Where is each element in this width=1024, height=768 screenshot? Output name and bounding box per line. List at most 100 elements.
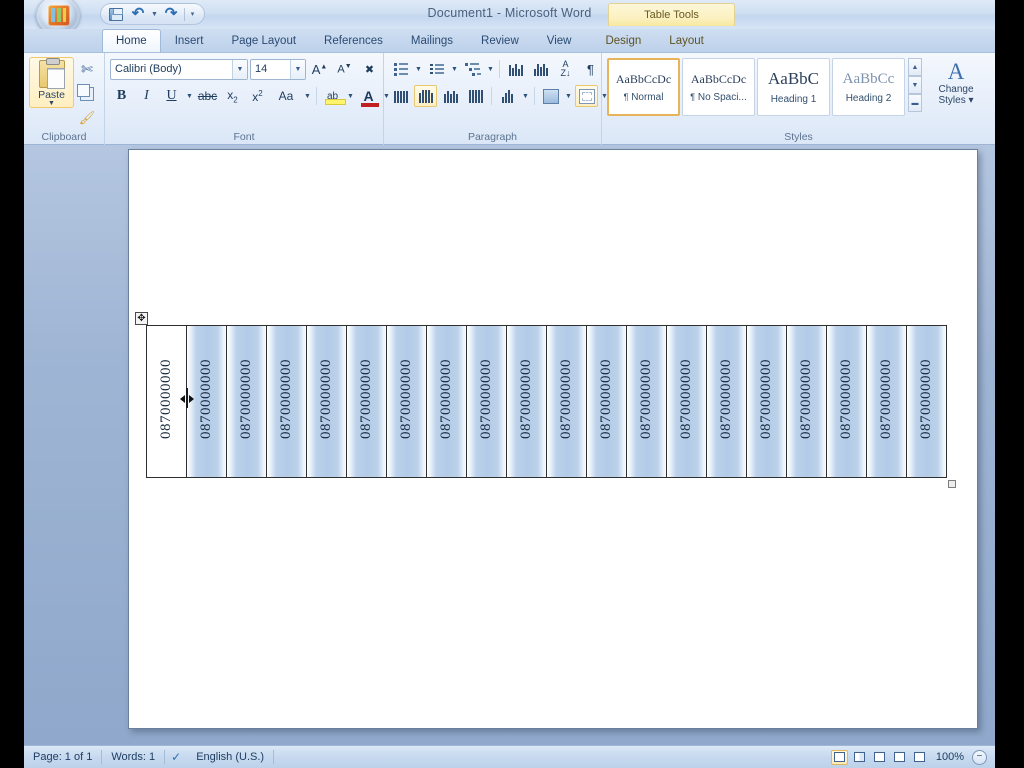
- style-normal[interactable]: AaBbCcDc ¶ Normal: [607, 58, 680, 116]
- table-cell-5[interactable]: 0870000000: [306, 325, 347, 478]
- cut-button[interactable]: ✄: [76, 59, 98, 80]
- styles-scroll-up-button[interactable]: ▲: [908, 58, 922, 76]
- borders-button[interactable]: [575, 85, 598, 107]
- numbering-dropdown-icon[interactable]: ▼: [450, 66, 459, 73]
- table-cell-4[interactable]: 0870000000: [266, 325, 307, 478]
- table-cell-11[interactable]: 0870000000: [546, 325, 587, 478]
- text-highlight-button[interactable]: ab: [321, 85, 347, 107]
- font-name-dropdown-icon[interactable]: ▼: [232, 59, 247, 79]
- clear-formatting-button[interactable]: ✖: [358, 58, 381, 80]
- line-spacing-button[interactable]: [496, 85, 519, 107]
- tab-design[interactable]: Design: [591, 29, 655, 52]
- bullets-dropdown-icon[interactable]: ▼: [414, 66, 423, 73]
- table-cell-9[interactable]: 0870000000: [466, 325, 507, 478]
- tab-view[interactable]: View: [533, 29, 586, 52]
- increase-indent-button[interactable]: [529, 58, 552, 80]
- bullets-button[interactable]: [389, 58, 412, 80]
- font-name-combo[interactable]: Calibri (Body) ▼: [110, 58, 248, 80]
- draft-view-button[interactable]: [911, 750, 928, 765]
- table-cell-6[interactable]: 0870000000: [346, 325, 387, 478]
- table-cell-15[interactable]: 0870000000: [706, 325, 747, 478]
- table-cell-2[interactable]: 0870000000: [186, 325, 227, 478]
- print-layout-view-button[interactable]: [830, 749, 848, 765]
- table-cell-18[interactable]: 0870000000: [826, 325, 867, 478]
- shading-dropdown-icon[interactable]: ▼: [564, 93, 573, 100]
- underline-button[interactable]: U: [160, 85, 183, 107]
- zoom-out-button[interactable]: −: [972, 749, 987, 765]
- table-row[interactable]: 0870000000 0870000000 0870000000 0870000000…: [146, 325, 947, 478]
- shrink-font-button[interactable]: A▼: [333, 58, 356, 80]
- paragraph-divider-3: [534, 87, 535, 105]
- style-heading-2[interactable]: AaBbCc Heading 2: [832, 58, 905, 116]
- superscript-button[interactable]: x2: [246, 85, 269, 107]
- align-left-button[interactable]: [389, 85, 412, 107]
- paste-button[interactable]: Paste ▼: [29, 57, 74, 108]
- tab-layout[interactable]: Layout: [655, 29, 718, 52]
- table-grid[interactable]: 0870000000 0870000000 0870000000 0870000000…: [146, 325, 947, 478]
- sort-button[interactable]: A Z↓: [554, 58, 577, 80]
- font-size-combo[interactable]: 14 ▼: [250, 58, 306, 80]
- styles-more-button[interactable]: ▬: [908, 94, 922, 112]
- table-resize-handle[interactable]: [948, 480, 956, 488]
- strikethrough-button[interactable]: abc: [196, 85, 219, 107]
- multilevel-list-button[interactable]: [461, 58, 484, 80]
- line-spacing-dropdown-icon[interactable]: ▼: [521, 93, 530, 100]
- highlight-dropdown-icon[interactable]: ▼: [346, 93, 355, 100]
- grow-font-button[interactable]: A▲: [308, 58, 331, 80]
- show-formatting-marks-button[interactable]: ¶: [579, 58, 602, 80]
- table-cell-19[interactable]: 0870000000: [866, 325, 907, 478]
- bold-button[interactable]: B: [110, 85, 133, 107]
- decrease-indent-button[interactable]: [504, 58, 527, 80]
- underline-dropdown-icon[interactable]: ▼: [185, 93, 194, 100]
- numbering-button[interactable]: [425, 58, 448, 80]
- proofing-errors-icon[interactable]: ✓: [165, 750, 187, 764]
- web-layout-view-button[interactable]: [871, 750, 888, 765]
- table-cell-1[interactable]: 0870000000: [146, 325, 187, 478]
- style-no-spacing[interactable]: AaBbCcDc ¶ No Spaci...: [682, 58, 755, 116]
- align-right-button[interactable]: [439, 85, 462, 107]
- font-color-button[interactable]: A: [357, 85, 380, 107]
- table-cell-8[interactable]: 0870000000: [426, 325, 467, 478]
- table-cell-7[interactable]: 0870000000: [386, 325, 427, 478]
- table-cell-12[interactable]: 0870000000: [586, 325, 627, 478]
- style-heading-1[interactable]: AaBbC Heading 1: [757, 58, 830, 116]
- table-cell-3[interactable]: 0870000000: [226, 325, 267, 478]
- styles-scroll-down-button[interactable]: ▼: [908, 76, 922, 94]
- paste-dropdown-icon[interactable]: ▼: [48, 100, 55, 107]
- change-case-dropdown-icon[interactable]: ▼: [303, 93, 312, 100]
- tab-insert[interactable]: Insert: [161, 29, 218, 52]
- copy-button[interactable]: [76, 83, 98, 104]
- word-table[interactable]: ✥ 0870000000 0870000000 0870000000 08700000…: [135, 312, 956, 488]
- justify-button[interactable]: [464, 85, 487, 107]
- multilevel-list-dropdown-icon[interactable]: ▼: [486, 66, 495, 73]
- change-styles-dropdown-icon[interactable]: ▾: [968, 95, 973, 106]
- status-words[interactable]: Words: 1: [102, 749, 164, 766]
- full-screen-reading-view-button[interactable]: [851, 750, 868, 765]
- table-cell-10[interactable]: 0870000000: [506, 325, 547, 478]
- table-cell-16[interactable]: 0870000000: [746, 325, 787, 478]
- table-cell-13[interactable]: 0870000000: [626, 325, 667, 478]
- status-language[interactable]: English (U.S.): [187, 749, 273, 766]
- italic-button[interactable]: I: [135, 85, 158, 107]
- shading-button[interactable]: [539, 85, 562, 107]
- zoom-level[interactable]: 100%: [931, 751, 969, 763]
- subscript-button[interactable]: x2: [221, 85, 244, 107]
- table-cell-14[interactable]: 0870000000: [666, 325, 707, 478]
- change-case-button[interactable]: Aa: [271, 85, 301, 107]
- table-move-handle[interactable]: ✥: [135, 312, 148, 325]
- tab-mailings[interactable]: Mailings: [397, 29, 467, 52]
- table-cell-17[interactable]: 0870000000: [786, 325, 827, 478]
- font-size-dropdown-icon[interactable]: ▼: [290, 59, 305, 79]
- center-button[interactable]: [414, 85, 437, 107]
- document-page[interactable]: ✥ 0870000000 0870000000 0870000000 08700000…: [128, 149, 978, 729]
- change-styles-button[interactable]: A Change Styles ▾: [927, 58, 985, 107]
- tab-home[interactable]: Home: [102, 29, 161, 52]
- document-area[interactable]: ✥ 0870000000 0870000000 0870000000 08700000…: [24, 145, 995, 745]
- tab-page-layout[interactable]: Page Layout: [217, 29, 310, 52]
- status-page[interactable]: Page: 1 of 1: [24, 749, 101, 766]
- outline-view-button[interactable]: [891, 750, 908, 765]
- table-cell-20[interactable]: 0870000000: [906, 325, 947, 478]
- tab-references[interactable]: References: [310, 29, 397, 52]
- format-painter-button[interactable]: 🖌: [76, 107, 98, 128]
- tab-review[interactable]: Review: [467, 29, 533, 52]
